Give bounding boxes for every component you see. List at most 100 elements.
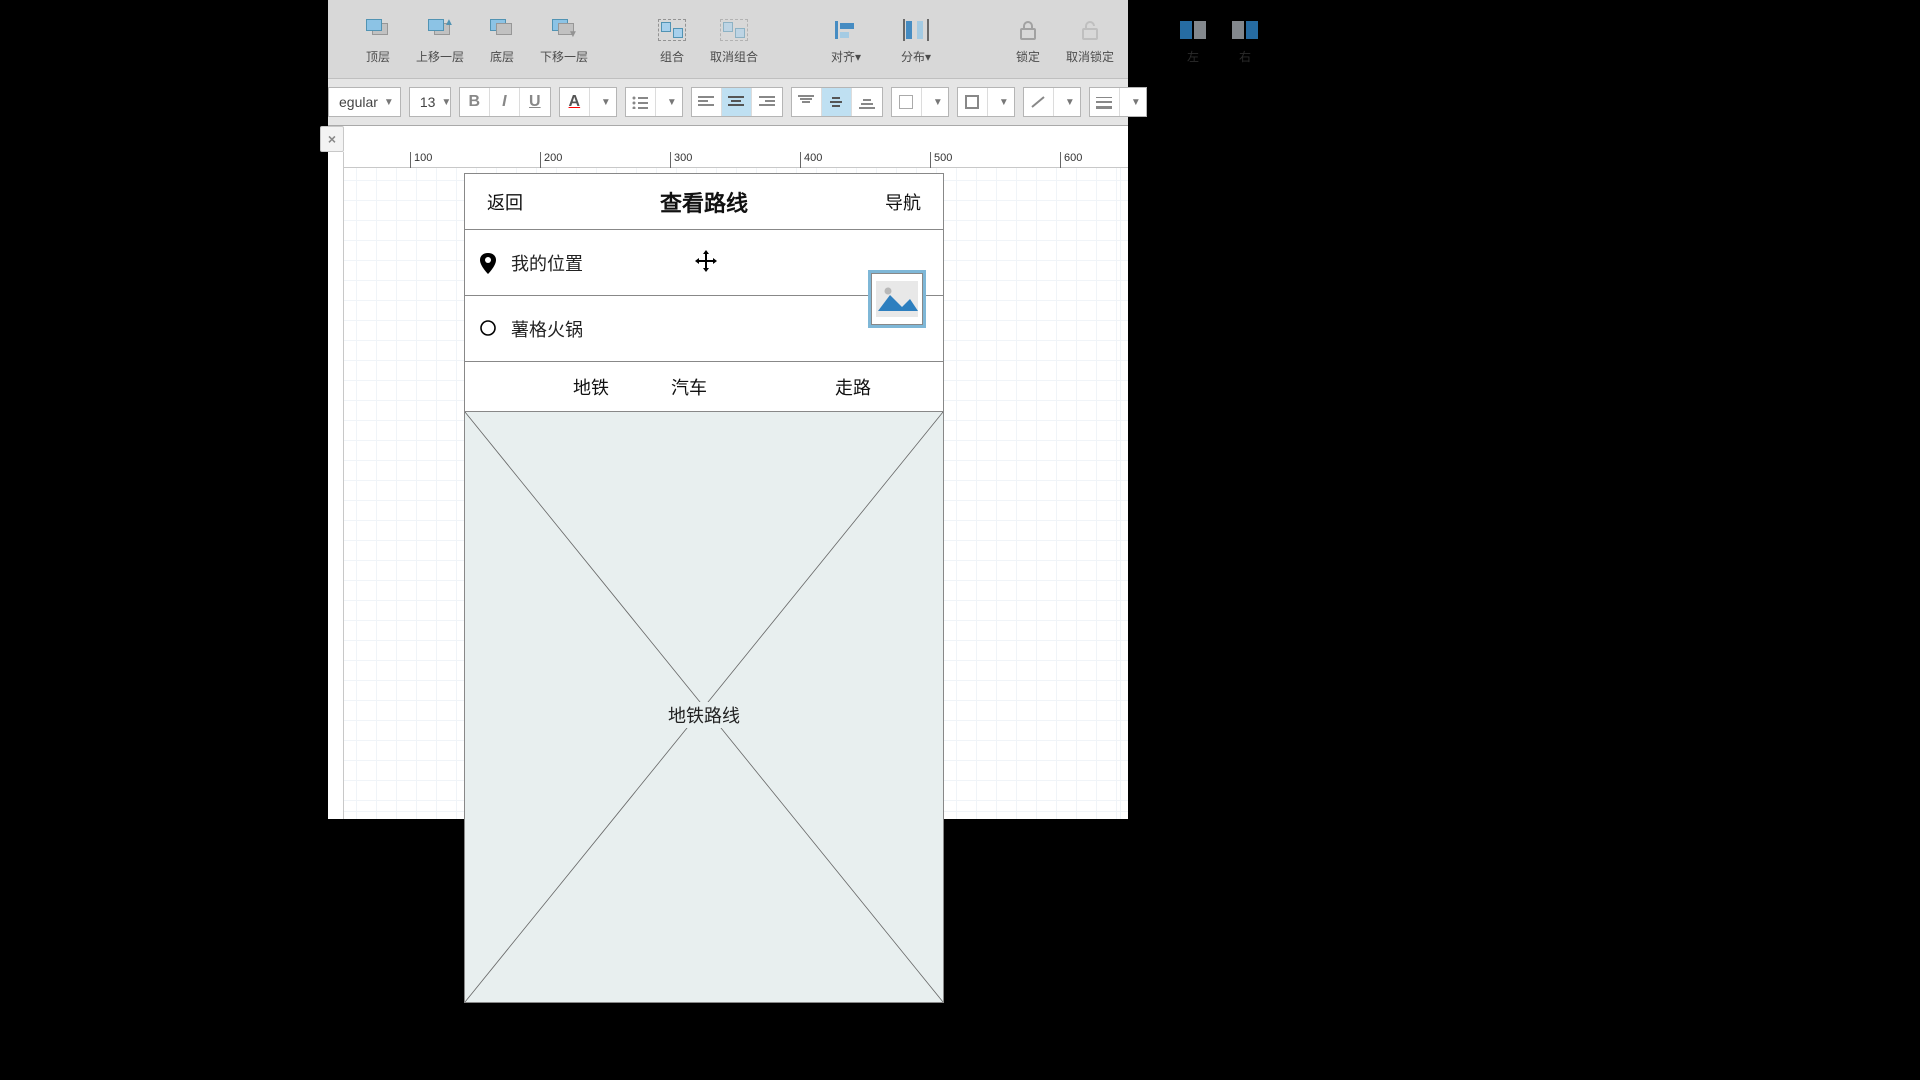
tab-car[interactable]: 汽车	[671, 374, 707, 400]
border-group: ▼	[957, 87, 1015, 117]
border-swatch-icon	[965, 95, 979, 109]
snap-align-group: 左 右	[1172, 16, 1266, 65]
text-style-group: B I U	[459, 87, 551, 117]
group-icon	[654, 16, 690, 44]
align-right-button[interactable]	[752, 88, 782, 116]
bring-forward-button[interactable]: ▲ 上移一层	[414, 16, 466, 65]
origin-text: 我的位置	[511, 250, 583, 276]
align-dropdown-button[interactable]: 对齐▾	[816, 16, 876, 65]
valign-bottom-button[interactable]	[852, 88, 882, 116]
send-backward-button[interactable]: ▼ 下移一层	[538, 16, 590, 65]
snap-left-icon	[1175, 16, 1211, 44]
horizontal-ruler[interactable]: 100 200 300 400 500 600	[344, 152, 1128, 168]
fill-color-button[interactable]	[892, 88, 922, 116]
valign-top-icon	[798, 95, 814, 109]
vertical-ruler[interactable]	[328, 152, 344, 819]
chevron-down-icon: ▼	[441, 97, 451, 108]
valign-middle-button[interactable]	[822, 88, 852, 116]
snap-right-button[interactable]: 右	[1224, 16, 1266, 65]
chevron-down-icon: ▼	[933, 97, 943, 108]
unlock-button[interactable]: 取消锁定	[1064, 16, 1116, 65]
unlock-icon	[1072, 16, 1108, 44]
move-handle-icon[interactable]	[693, 248, 719, 279]
snap-right-icon	[1227, 16, 1263, 44]
send-to-back-label: 底层	[490, 48, 514, 65]
bring-forward-label: 上移一层	[416, 48, 464, 65]
fill-dropdown[interactable]: ▼	[922, 88, 948, 116]
align-label: 对齐▾	[831, 48, 861, 65]
page-tab-close[interactable]: ×	[320, 126, 344, 152]
back-button[interactable]: 返回	[487, 189, 523, 215]
border-dropdown[interactable]: ▼	[988, 88, 1014, 116]
stroke-group: ▼	[1023, 87, 1081, 117]
navigate-button[interactable]: 导航	[885, 189, 921, 215]
line-style-dropdown[interactable]: ▼	[1120, 88, 1146, 116]
distribute-dropdown-button[interactable]: 分布▾	[886, 16, 946, 65]
tab-subway[interactable]: 地铁	[573, 374, 609, 400]
chevron-down-icon: ▼	[667, 97, 677, 108]
group-btns: 组合 取消组合	[646, 16, 760, 65]
layer-group: 顶层 ▲ 上移一层 底层 ▼ 下移一层	[352, 16, 590, 65]
mockup-frame[interactable]: 返回 查看路线 导航 我的位置 薯	[464, 173, 944, 1003]
ruler-tick: 100	[410, 152, 432, 168]
transport-tabs: 地铁 汽车 走路	[465, 362, 943, 412]
map-placeholder[interactable]: 地铁路线	[465, 412, 943, 1002]
chevron-down-icon: ▼	[1131, 97, 1141, 108]
lock-label: 锁定	[1016, 48, 1040, 65]
chevron-down-icon: ▼	[1065, 97, 1075, 108]
distribute-icon	[898, 16, 934, 44]
ungroup-label: 取消组合	[710, 48, 758, 65]
ungroup-button[interactable]: 取消组合	[708, 16, 760, 65]
destination-text: 薯格火锅	[511, 316, 583, 342]
underline-button[interactable]: U	[520, 88, 550, 116]
align-left-button[interactable]	[692, 88, 722, 116]
snap-left-button[interactable]: 左	[1172, 16, 1214, 65]
line-style-icon	[1096, 95, 1112, 109]
page-title: 查看路线	[660, 186, 748, 218]
format-toolbar: egular ▼ 13 ▼ B I U A ▼ ▼	[328, 78, 1128, 126]
line-style-group: ▼	[1089, 87, 1147, 117]
italic-button[interactable]: I	[490, 88, 520, 116]
snap-right-label: 右	[1239, 48, 1251, 65]
stroke-dropdown[interactable]: ▼	[1054, 88, 1080, 116]
text-color-dropdown[interactable]: ▼	[590, 88, 616, 116]
font-size-select[interactable]: 13 ▼	[409, 87, 451, 117]
arrange-toolbar: 顶层 ▲ 上移一层 底层 ▼ 下移一层	[328, 0, 1128, 78]
layer-bottom-icon	[484, 16, 520, 44]
send-to-back-button[interactable]: 底层	[476, 16, 528, 65]
layer-top-icon	[360, 16, 396, 44]
lock-button[interactable]: 锁定	[1002, 16, 1054, 65]
stroke-width-button[interactable]	[1024, 88, 1054, 116]
unlock-label: 取消锁定	[1066, 48, 1114, 65]
ruler-tick: 300	[670, 152, 692, 168]
line-style-button[interactable]	[1090, 88, 1120, 116]
list-dropdown[interactable]: ▼	[656, 88, 682, 116]
bullet-list-button[interactable]	[626, 88, 656, 116]
border-color-button[interactable]	[958, 88, 988, 116]
bring-to-front-button[interactable]: 顶层	[352, 16, 404, 65]
fill-group: ▼	[891, 87, 949, 117]
image-placeholder-widget[interactable]	[871, 273, 923, 325]
fill-swatch-icon	[899, 95, 913, 109]
bold-button[interactable]: B	[460, 88, 490, 116]
font-family-select[interactable]: egular ▼	[328, 87, 401, 117]
ruler-tick: 200	[540, 152, 562, 168]
list-group: ▼	[625, 87, 683, 117]
valign-top-button[interactable]	[792, 88, 822, 116]
text-color-group: A ▼	[559, 87, 617, 117]
tab-walk[interactable]: 走路	[835, 374, 871, 400]
text-color-button[interactable]: A	[560, 88, 590, 116]
placeholder-label: 地铁路线	[662, 702, 746, 728]
canvas-grid[interactable]: 返回 查看路线 导航 我的位置 薯	[344, 168, 1128, 819]
image-placeholder-icon	[876, 281, 918, 317]
circle-icon	[479, 319, 499, 339]
align-icon	[828, 16, 864, 44]
group-button[interactable]: 组合	[646, 16, 698, 65]
align-center-button[interactable]	[722, 88, 752, 116]
valign-bottom-icon	[859, 95, 875, 109]
align-left-icon	[698, 95, 714, 109]
h-align-group	[691, 87, 783, 117]
ruler-tick: 400	[800, 152, 822, 168]
canvas-area: × 100 200 300 400 500 600 返回 查看路线 导航	[328, 126, 1128, 819]
group-label: 组合	[660, 48, 684, 65]
